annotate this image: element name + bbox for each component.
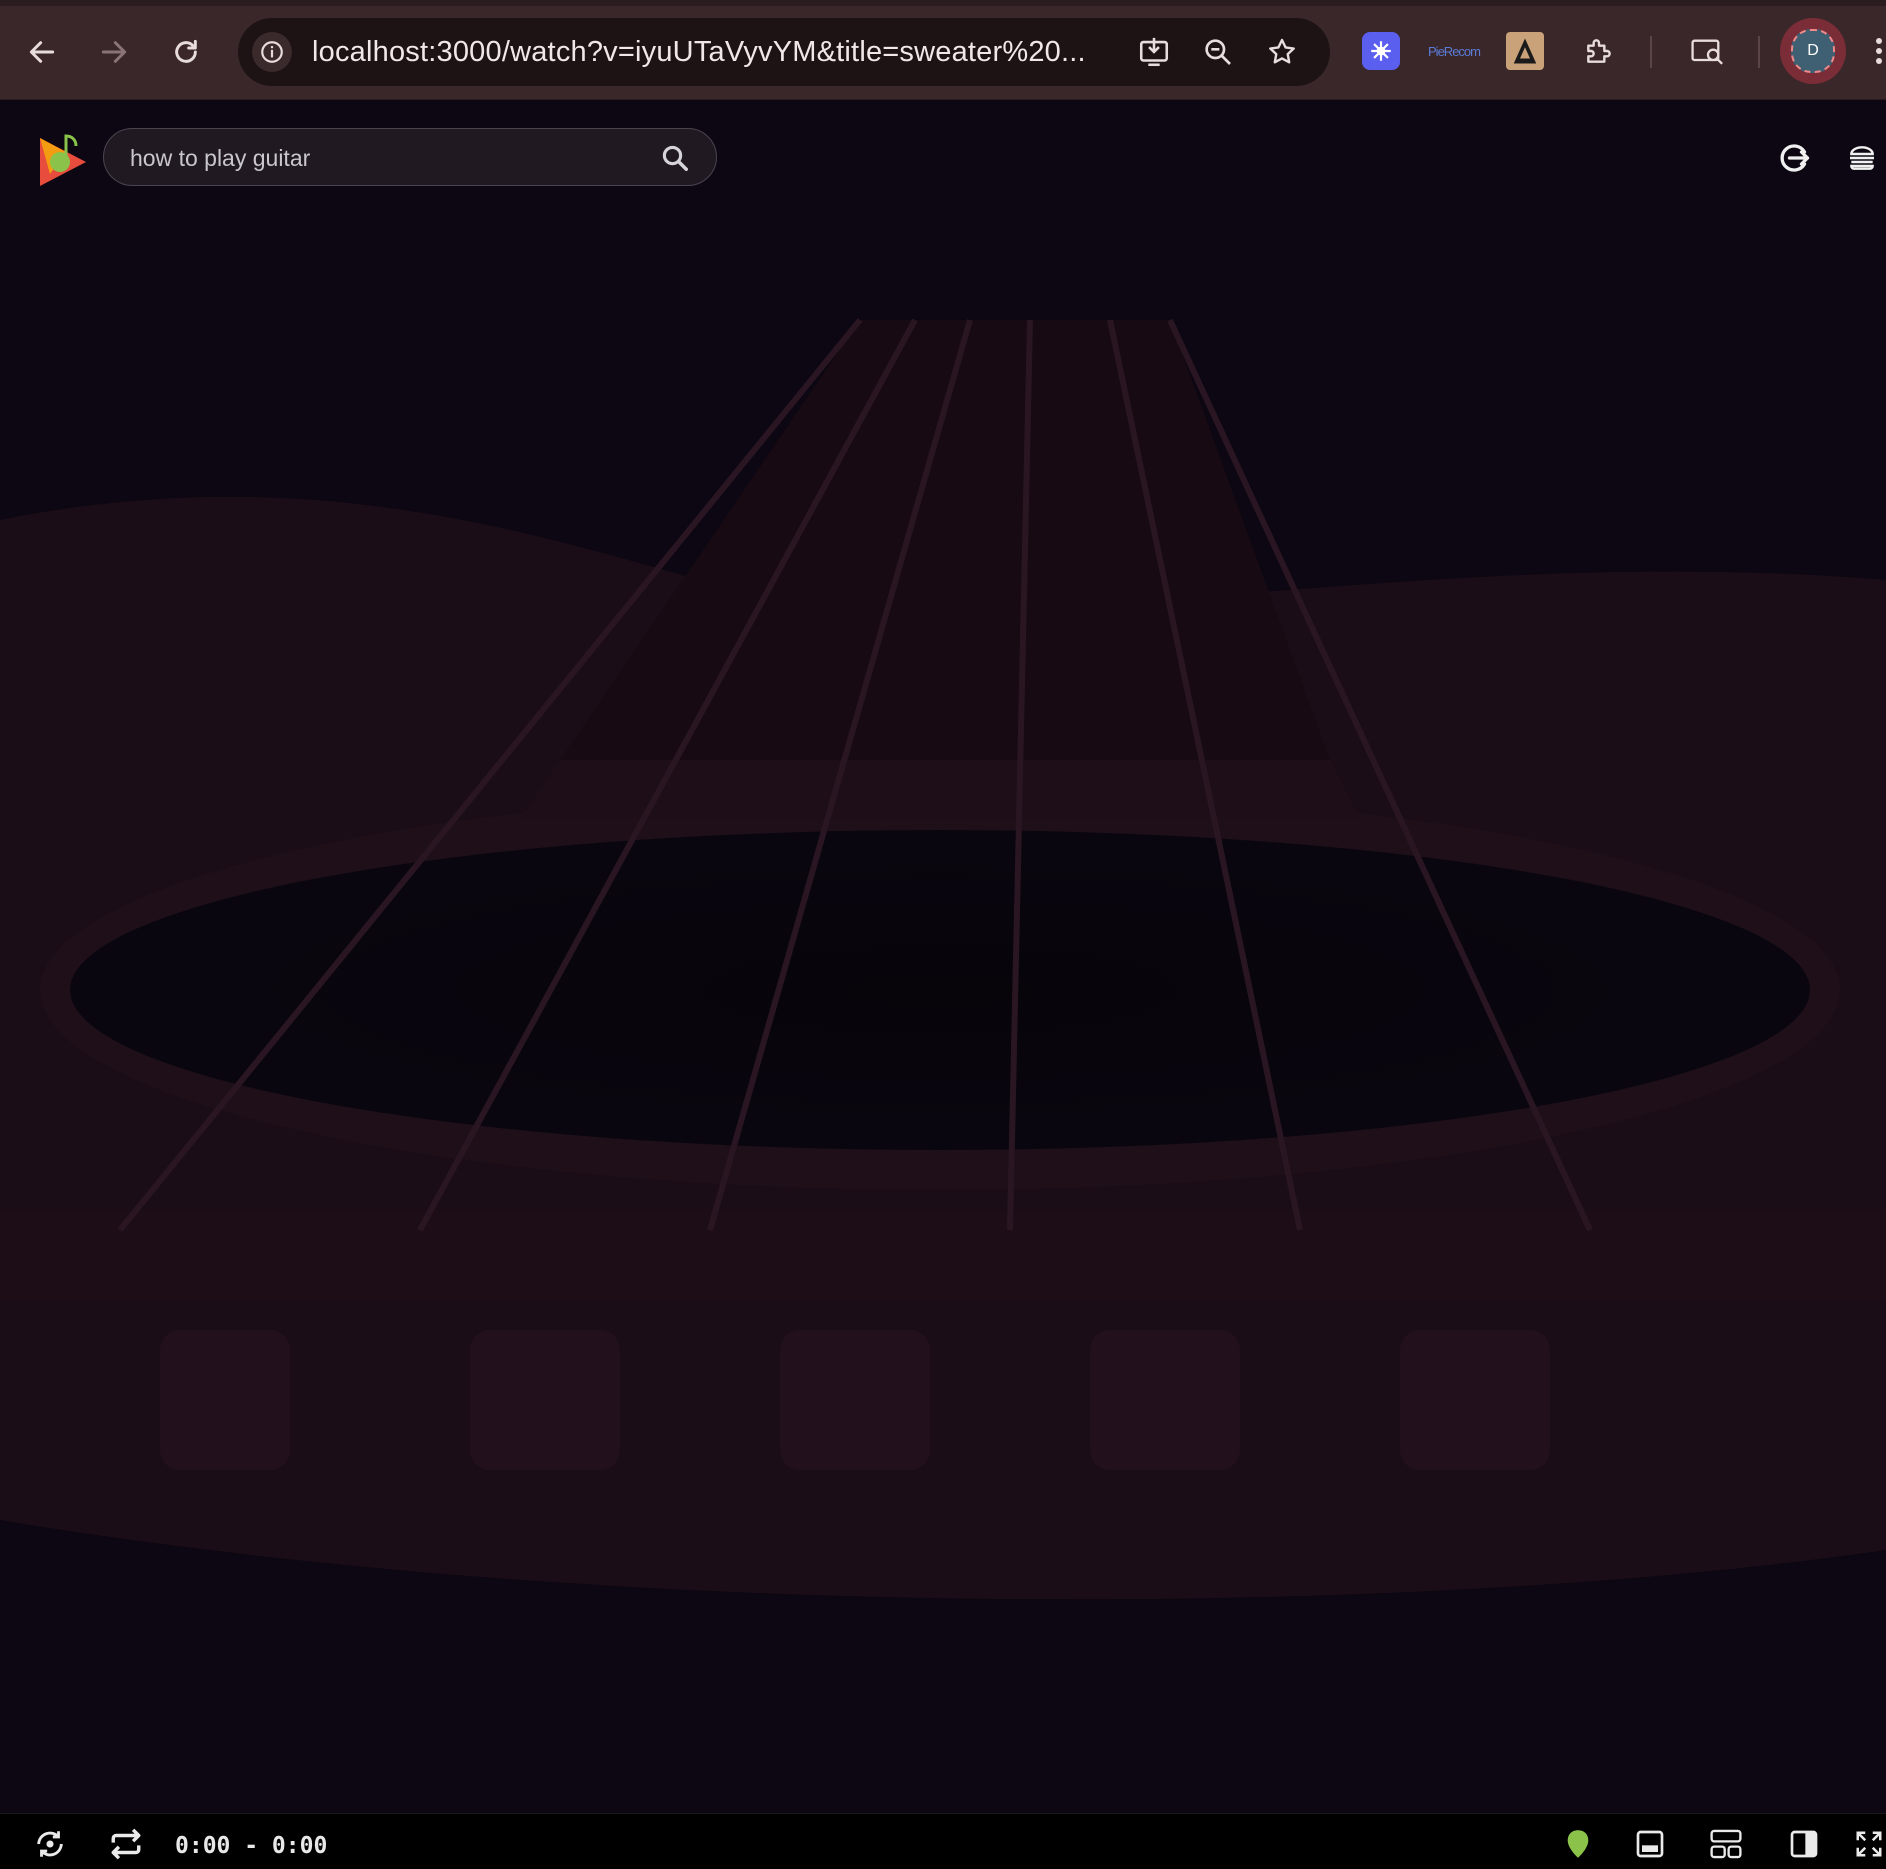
watch-page: how to play guitar [0,100,1886,1813]
tab-strip-edge [0,0,1886,6]
vpn-extension-icon[interactable] [1506,32,1544,70]
layout-icon[interactable] [1706,1826,1746,1862]
puzzle-extensions-icon[interactable] [1580,32,1618,70]
player-bar: 0:00 - 0:00 [0,1813,1886,1869]
playback-time: 0:00 - 0:00 [175,1833,328,1859]
arrow-left-icon [29,41,55,63]
toolbar-divider [1758,36,1760,68]
fullscreen-icon[interactable] [1852,1826,1886,1862]
browser-toolbar: localhost:3000/watch?v=iyuUTaVyvYM&title… [0,0,1886,100]
menu-icon[interactable] [1844,138,1880,178]
profile-avatar[interactable]: D [1780,18,1846,84]
tab-search-icon[interactable] [1686,32,1730,70]
site-info-icon[interactable] [252,32,292,72]
search-input[interactable]: how to play guitar [130,145,310,172]
search-icon[interactable] [660,143,690,173]
back-button[interactable] [18,28,66,76]
cookie-extension-icon[interactable]: PieRecom [1428,32,1481,70]
address-bar[interactable]: localhost:3000/watch?v=iyuUTaVyvYM&title… [238,18,1330,86]
status-indicator-icon [1558,1826,1598,1862]
forward-button[interactable] [90,28,138,76]
toolbar-divider [1650,36,1652,68]
reload-icon [175,39,197,63]
mini-player-icon[interactable] [1630,1826,1670,1862]
shuffle-icon[interactable] [30,1826,70,1862]
kebab-menu-icon[interactable] [1872,32,1886,70]
zoom-icon[interactable] [1198,32,1238,72]
arrow-right-icon [101,41,127,63]
logout-icon[interactable] [1774,138,1814,178]
music-play-logo[interactable] [36,128,90,190]
search-bar[interactable]: how to play guitar [103,128,717,186]
url-text[interactable]: localhost:3000/watch?v=iyuUTaVyvYM&title… [312,36,1086,69]
sidebar-toggle-icon[interactable] [1784,1826,1824,1862]
background-guitar-image [0,100,1886,1813]
repeat-icon[interactable] [106,1826,146,1862]
reload-button[interactable] [162,28,210,76]
install-app-icon[interactable] [1134,32,1174,72]
bookmark-star-icon[interactable] [1262,32,1302,72]
perplexity-extension-icon[interactable] [1362,32,1400,70]
